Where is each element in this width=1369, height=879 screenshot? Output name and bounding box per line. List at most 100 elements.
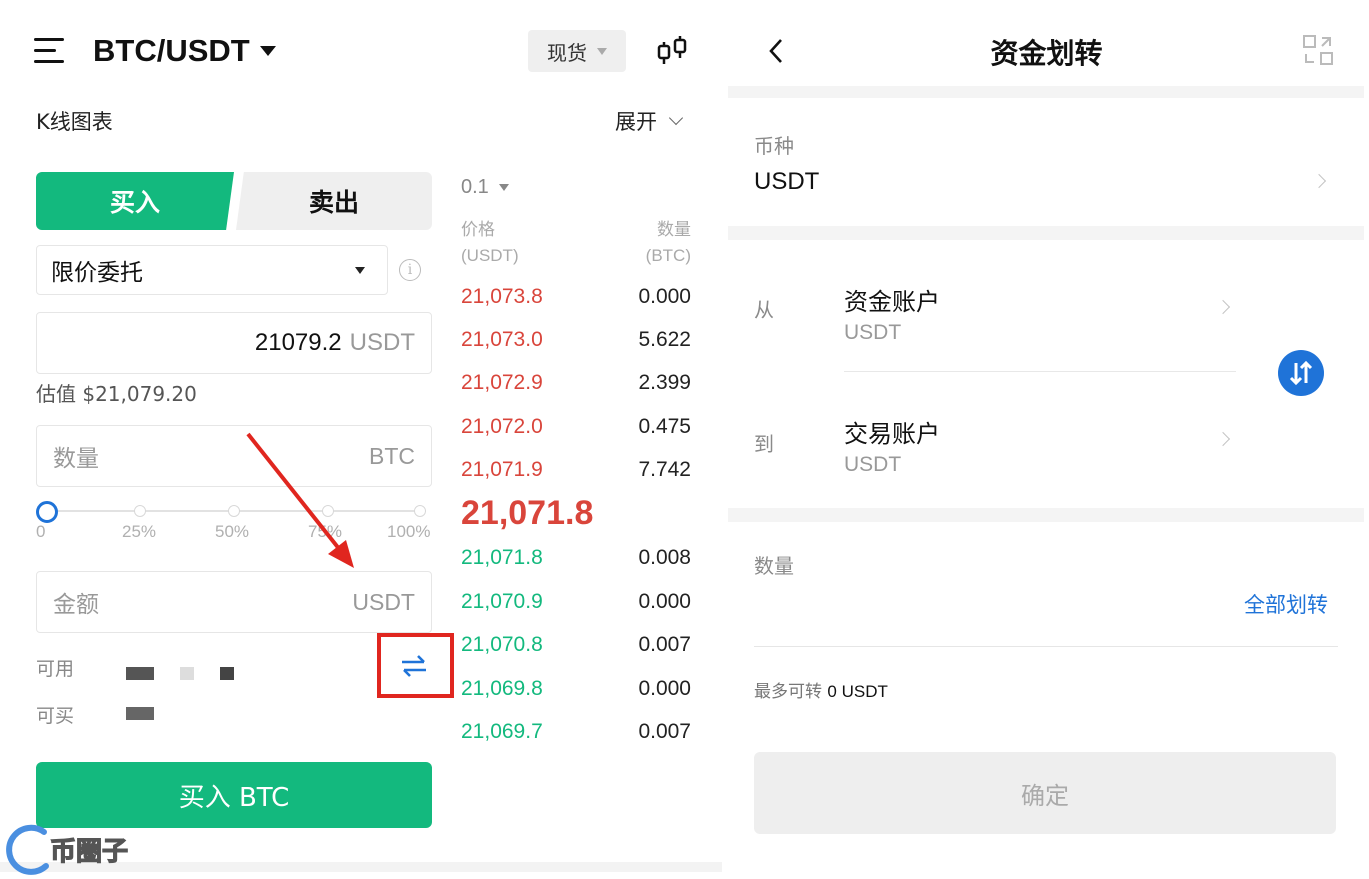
max-label: 最多可转 xyxy=(754,682,822,702)
tab-sell-label: 卖出 xyxy=(308,188,359,217)
currency-value: USDT xyxy=(754,168,820,195)
watermark-logo-icon xyxy=(6,824,49,875)
buy-btc-button[interactable]: 买入 BTC xyxy=(36,762,432,828)
price-header-unit: (USDT) xyxy=(461,246,519,265)
ask-price[interactable]: 21,072.0 xyxy=(461,415,543,439)
watermark-text: 币圈子 xyxy=(49,836,129,867)
bid-price[interactable]: 21,069.8 xyxy=(461,677,543,701)
account-divider xyxy=(844,371,1236,372)
pair-selector[interactable]: BTC/USDT xyxy=(93,33,276,69)
tab-sell[interactable]: 卖出 xyxy=(236,172,432,230)
slider-mark-25 xyxy=(134,505,146,517)
amount-input[interactable]: 金额 USDT xyxy=(36,571,432,633)
quantity-unit: BTC xyxy=(369,442,415,469)
orderbook-qty-header: 数量 (BTC) xyxy=(611,218,691,268)
market-type-label: 现货 xyxy=(547,40,587,65)
last-price: 21,071.8 xyxy=(461,494,594,532)
can-buy-label: 可买 xyxy=(36,705,75,727)
section-divider xyxy=(728,508,1364,522)
caret-down-icon xyxy=(355,267,365,274)
slider-mark-100 xyxy=(414,505,426,517)
available-redacted xyxy=(220,667,234,680)
tab-buy[interactable]: 买入 xyxy=(36,172,234,230)
bid-qty: 0.007 xyxy=(638,633,691,656)
to-account-select[interactable]: 交易账户 USDT xyxy=(844,414,1244,484)
caret-down-icon xyxy=(498,184,509,191)
info-icon[interactable]: i xyxy=(399,259,421,281)
price-unit: USDT xyxy=(349,329,415,356)
ask-qty: 5.622 xyxy=(638,328,691,351)
qty-header-unit: (BTC) xyxy=(645,246,691,265)
available-redacted xyxy=(180,667,194,680)
qty-header-label: 数量 xyxy=(657,220,691,240)
price-estimate: 估值 $21,079.20 xyxy=(36,382,197,406)
expand-label: 展开 xyxy=(615,110,657,134)
quantity-placeholder: 数量 xyxy=(53,446,99,472)
available-label: 可用 xyxy=(36,658,75,680)
slider-label-0: 0 xyxy=(36,522,46,541)
ask-qty: 0.475 xyxy=(638,415,691,438)
amount-input[interactable] xyxy=(754,580,1234,624)
chevron-right-icon xyxy=(1311,173,1327,189)
market-type-select[interactable]: 现货 xyxy=(528,30,626,72)
can-buy-redacted xyxy=(126,707,154,720)
history-icon[interactable] xyxy=(1302,34,1334,66)
kline-chart-label: K线图表 xyxy=(36,110,113,134)
to-label: 到 xyxy=(754,432,774,456)
ask-qty: 0.000 xyxy=(638,285,691,308)
bid-price[interactable]: 21,071.8 xyxy=(461,546,543,570)
max-value: 0 USDT xyxy=(827,682,888,701)
price-header-label: 价格 xyxy=(461,220,495,240)
slider-handle[interactable] xyxy=(36,501,58,523)
swap-accounts-button[interactable] xyxy=(1278,350,1324,396)
transfer-all-link[interactable]: 全部划转 xyxy=(1244,589,1328,619)
bid-qty: 0.007 xyxy=(638,720,691,743)
pair-title: BTC/USDT xyxy=(93,33,250,68)
amount-label: 数量 xyxy=(754,554,794,578)
slider-mark-50 xyxy=(228,505,240,517)
ask-price[interactable]: 21,071.9 xyxy=(461,458,543,482)
max-transferable: 最多可转 0 USDT xyxy=(754,677,888,702)
chevron-down-icon xyxy=(668,110,684,126)
section-divider xyxy=(728,226,1364,240)
confirm-button[interactable]: 确定 xyxy=(754,752,1336,834)
quantity-input[interactable]: 数量 BTC xyxy=(36,425,432,487)
menu-icon[interactable] xyxy=(34,38,64,64)
depth-select[interactable]: 0.1 xyxy=(461,176,509,199)
section-divider xyxy=(728,86,1364,98)
bid-price[interactable]: 21,069.7 xyxy=(461,720,543,744)
ask-qty: 2.399 xyxy=(638,371,691,394)
ask-price[interactable]: 21,073.8 xyxy=(461,285,543,309)
expand-toggle[interactable]: 展开 xyxy=(615,106,684,136)
currency-select[interactable]: 币种 USDT xyxy=(724,100,1369,226)
transfer-icon[interactable] xyxy=(398,652,430,680)
transfer-panel: 资金划转 币种 USDT 从 资金账户 USDT 到 交易账户 USDT 数量 … xyxy=(724,0,1369,879)
caret-down-icon xyxy=(259,46,276,56)
ask-price[interactable]: 21,073.0 xyxy=(461,328,543,352)
annotation-arrow xyxy=(246,432,354,568)
from-account-select[interactable]: 资金账户 USDT xyxy=(844,282,1244,352)
swap-vertical-icon xyxy=(1289,360,1313,386)
buy-btc-label: 买入 BTC xyxy=(178,782,290,813)
trade-panel: BTC/USDT 现货 K线图表 展开 买入 卖出 限价委托 i 21079.2… xyxy=(0,0,722,879)
page-title: 资金划转 xyxy=(990,37,1103,70)
amount-placeholder: 金额 xyxy=(53,592,99,618)
tab-buy-label: 买入 xyxy=(109,188,160,217)
slider-label-25: 25% xyxy=(122,522,157,541)
depth-value: 0.1 xyxy=(461,176,489,198)
ask-price[interactable]: 21,072.9 xyxy=(461,371,543,395)
price-input[interactable]: 21079.2 USDT xyxy=(36,312,432,374)
bid-price[interactable]: 21,070.8 xyxy=(461,633,543,657)
bid-price[interactable]: 21,070.9 xyxy=(461,590,543,614)
caret-down-icon xyxy=(597,47,607,55)
candlestick-icon[interactable] xyxy=(656,34,690,66)
quantity-slider[interactable] xyxy=(36,500,432,524)
price-value: 21079.2 xyxy=(254,329,342,356)
order-type-value: 限价委托 xyxy=(51,260,143,286)
currency-label: 币种 xyxy=(754,134,794,158)
to-account-name: 交易账户 xyxy=(844,420,940,448)
slider-label-100: 100% xyxy=(387,522,431,541)
available-redacted xyxy=(126,667,154,680)
watermark: 币圈子 xyxy=(2,822,129,876)
order-type-select[interactable]: 限价委托 xyxy=(36,245,388,295)
